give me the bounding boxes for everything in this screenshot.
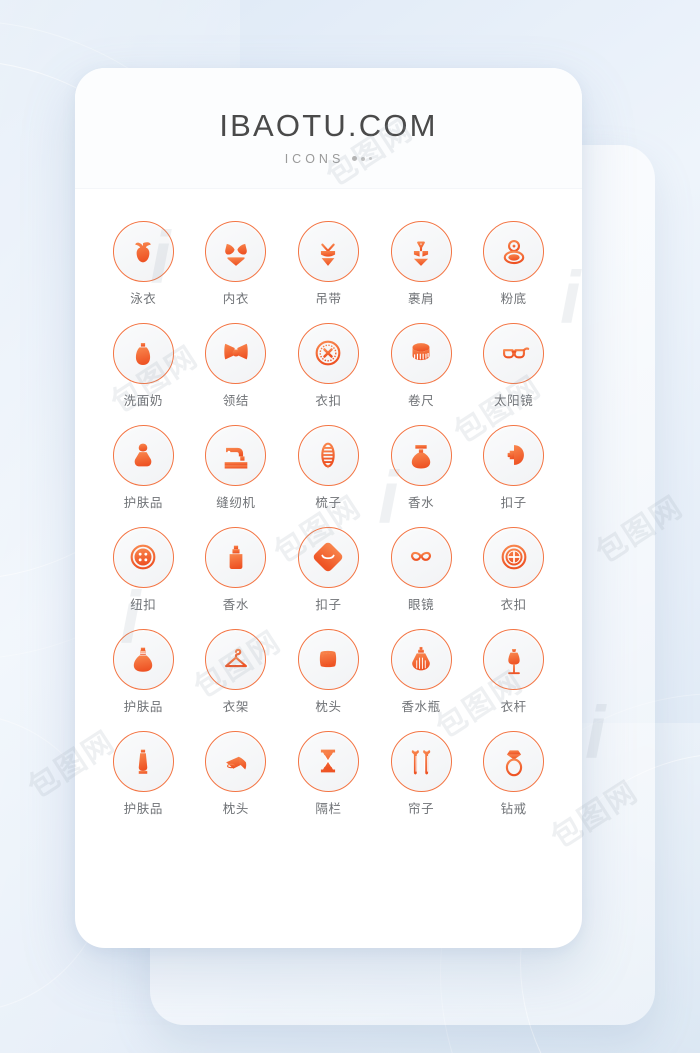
- icon-label: 纽扣: [130, 597, 157, 612]
- icon-cell-diamond-button[interactable]: 扣子: [282, 521, 375, 613]
- icon-cell-lotion-vase[interactable]: 护肤品: [97, 623, 190, 715]
- icon-label: 卷尺: [407, 393, 435, 408]
- underwear-icon[interactable]: [205, 220, 267, 282]
- icon-cell-bow-tie[interactable]: 领结: [190, 317, 283, 409]
- half-button-icon[interactable]: [483, 424, 545, 486]
- icon-label: 衣扣: [500, 597, 527, 612]
- icon-cell-clothes-hanger[interactable]: 衣架: [190, 623, 283, 715]
- icon-label: 扣子: [500, 495, 527, 510]
- icon-cell-four-hole-button[interactable]: 纽扣: [97, 521, 190, 613]
- four-hole-button-icon[interactable]: [112, 526, 174, 588]
- icon-cell-divider-screen[interactable]: 隔栏: [282, 725, 375, 817]
- icon-cell-perfume-flask[interactable]: 香水: [375, 419, 468, 511]
- icon-label: 衣杆: [500, 699, 527, 714]
- shoulder-wrap-icon[interactable]: [390, 220, 452, 282]
- icon-label: 粉底: [500, 291, 527, 306]
- icon-label: 洗面奶: [123, 393, 163, 408]
- cat-eye-glasses-icon[interactable]: [390, 526, 452, 588]
- foundation-compact-icon[interactable]: [483, 220, 545, 282]
- icon-grid: 泳衣 内衣 吊带 裹肩 粉底 洗面奶 领结 衣扣 卷尺 太阳镜 护肤品 缝纫机 梳子 香水 扣子 纽扣 香水 扣子…: [75, 189, 582, 847]
- icon-cell-underwear[interactable]: 内衣: [190, 215, 283, 307]
- icon-label: 枕头: [222, 801, 249, 816]
- divider-screen-icon[interactable]: [297, 730, 359, 792]
- icon-cell-perfume-vial[interactable]: 香水瓶: [375, 623, 468, 715]
- icon-cell-round-stitch-button[interactable]: 衣扣: [467, 521, 560, 613]
- icon-label: 裹肩: [407, 291, 435, 306]
- icon-cell-half-button[interactable]: 扣子: [467, 419, 560, 511]
- perfume-flask-icon[interactable]: [390, 424, 452, 486]
- sewing-machine-icon[interactable]: [205, 424, 267, 486]
- subtitle-row: ICONS: [75, 152, 582, 166]
- icon-cell-perfume-bottle[interactable]: 香水: [190, 521, 283, 613]
- icon-cell-garment-stand[interactable]: 衣杆: [467, 623, 560, 715]
- icon-label: 香水: [222, 597, 249, 612]
- icon-label: 护肤品: [123, 801, 163, 816]
- icon-cell-skincare-bottle[interactable]: 护肤品: [97, 419, 190, 511]
- icon-cell-diamond-ring[interactable]: 钻戒: [467, 725, 560, 817]
- icon-cell-folded-pillow[interactable]: 枕头: [190, 725, 283, 817]
- icon-label: 香水瓶: [401, 699, 441, 714]
- icon-label: 护肤品: [123, 699, 163, 714]
- cream-tube-icon[interactable]: [112, 730, 174, 792]
- icon-label: 护肤品: [123, 495, 163, 510]
- facial-cleanser-icon[interactable]: [112, 322, 174, 384]
- icon-label: 梳子: [315, 495, 342, 510]
- icon-label: 枕头: [315, 699, 342, 714]
- icon-label: 领结: [222, 393, 249, 408]
- clothes-hanger-icon[interactable]: [205, 628, 267, 690]
- icon-set-card: IBAOTU.COM ICONS 泳衣 内衣 吊带 裹肩 粉底 洗面奶 领结 衣扣 卷尺 太阳镜护…: [75, 68, 582, 948]
- icon-cell-tape-measure[interactable]: 卷尺: [375, 317, 468, 409]
- curtain-icon[interactable]: [390, 730, 452, 792]
- icon-label: 吊带: [315, 291, 342, 306]
- three-dots-icon: [352, 156, 373, 162]
- icon-cell-cat-eye-glasses[interactable]: 眼镜: [375, 521, 468, 613]
- icon-label: 香水: [407, 495, 435, 510]
- icon-cell-camisole[interactable]: 吊带: [282, 215, 375, 307]
- icon-cell-cream-tube[interactable]: 护肤品: [97, 725, 190, 817]
- icon-label: 扣子: [315, 597, 342, 612]
- cross-stitch-button-icon[interactable]: [297, 322, 359, 384]
- lotion-vase-icon[interactable]: [112, 628, 174, 690]
- icon-label: 钻戒: [500, 801, 527, 816]
- icon-cell-curtain[interactable]: 帘子: [375, 725, 468, 817]
- icon-cell-sewing-machine[interactable]: 缝纫机: [190, 419, 283, 511]
- icon-label: 太阳镜: [494, 393, 534, 408]
- camisole-icon[interactable]: [297, 220, 359, 282]
- icon-cell-swimsuit[interactable]: 泳衣: [97, 215, 190, 307]
- icon-cell-facial-cleanser[interactable]: 洗面奶: [97, 317, 190, 409]
- icon-label: 眼镜: [407, 597, 435, 612]
- skincare-bottle-icon[interactable]: [112, 424, 174, 486]
- icon-label: 衣架: [222, 699, 249, 714]
- page-subtitle: ICONS: [284, 151, 345, 166]
- icon-cell-cross-stitch-button[interactable]: 衣扣: [282, 317, 375, 409]
- diamond-button-icon[interactable]: [297, 526, 359, 588]
- icon-label: 内衣: [222, 291, 249, 306]
- icon-label: 缝纫机: [216, 495, 256, 510]
- page-root: IBAOTU.COM ICONS 泳衣 内衣 吊带 裹肩 粉底 洗面奶 领结 衣扣 卷尺 太阳镜护…: [0, 0, 700, 1053]
- comb-icon[interactable]: [297, 424, 359, 486]
- page-title: IBAOTU.COM: [219, 108, 438, 143]
- icon-cell-comb[interactable]: 梳子: [282, 419, 375, 511]
- swimsuit-icon[interactable]: [112, 220, 174, 282]
- icon-cell-shoulder-wrap[interactable]: 裹肩: [375, 215, 468, 307]
- icon-label: 隔栏: [315, 801, 342, 816]
- icon-cell-sunglasses[interactable]: 太阳镜: [467, 317, 560, 409]
- garment-stand-icon[interactable]: [483, 628, 545, 690]
- icon-label: 泳衣: [130, 291, 157, 306]
- card-header: IBAOTU.COM ICONS: [75, 68, 582, 189]
- icon-cell-foundation-compact[interactable]: 粉底: [467, 215, 560, 307]
- folded-pillow-icon[interactable]: [205, 730, 267, 792]
- perfume-vial-icon[interactable]: [390, 628, 452, 690]
- tape-measure-icon[interactable]: [390, 322, 452, 384]
- sunglasses-icon[interactable]: [483, 322, 545, 384]
- pillow-icon[interactable]: [297, 628, 359, 690]
- perfume-bottle-icon[interactable]: [205, 526, 267, 588]
- icon-label: 衣扣: [315, 393, 342, 408]
- icon-cell-pillow[interactable]: 枕头: [282, 623, 375, 715]
- icon-label: 帘子: [407, 801, 435, 816]
- round-stitch-button-icon[interactable]: [483, 526, 545, 588]
- diamond-ring-icon[interactable]: [483, 730, 545, 792]
- bow-tie-icon[interactable]: [205, 322, 267, 384]
